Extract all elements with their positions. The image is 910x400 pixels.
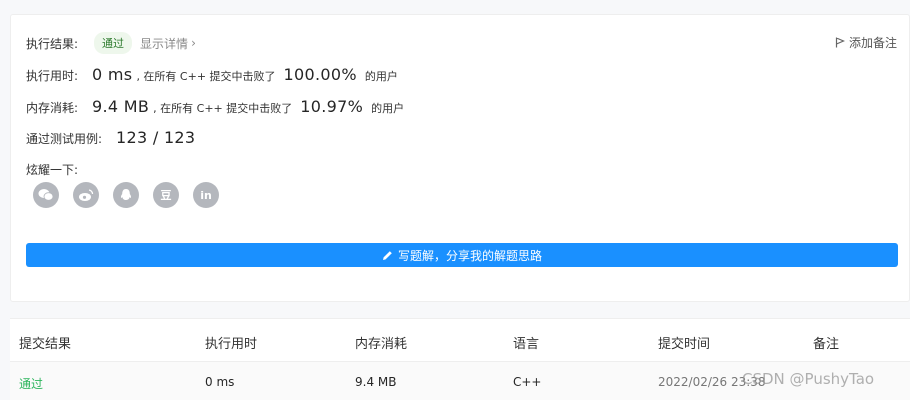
row-memory: 9.4 MB xyxy=(355,375,397,389)
header-runtime: 执行用时 xyxy=(205,337,258,352)
memory-prefix: , 在所有 C++ 提交中击败了 xyxy=(153,102,293,115)
share-row: 炫耀一下: xyxy=(26,161,78,178)
memory-value: 9.4 MB xyxy=(92,97,150,116)
chevron-right-icon: › xyxy=(191,36,196,50)
result-row: 执行结果: 通过 显示详情 › xyxy=(26,32,196,54)
testcases-row: 通过测试用例: 123 / 123 xyxy=(26,128,195,147)
pencil-icon xyxy=(382,250,392,260)
header-note: 备注 xyxy=(813,337,840,352)
runtime-prefix: , 在所有 C++ 提交中击败了 xyxy=(136,70,276,83)
show-details-link[interactable]: 显示详情 › xyxy=(140,35,196,52)
header-time: 提交时间 xyxy=(658,337,711,352)
row-status[interactable]: 通过 xyxy=(19,375,43,392)
qq-icon[interactable] xyxy=(113,182,139,208)
watermark: CSDN @PushyTao xyxy=(742,370,875,388)
status-badge[interactable]: 通过 xyxy=(94,32,133,54)
result-card: 执行结果: 通过 显示详情 › 添加备注 执行用时: 0 ms , 在所有 C+… xyxy=(10,14,910,302)
memory-label: 内存消耗: xyxy=(26,101,79,115)
runtime-row: 执行用时: 0 ms , 在所有 C++ 提交中击败了 100.00% 的用户 xyxy=(26,65,398,84)
header-language: 语言 xyxy=(513,337,540,352)
show-details-label: 显示详情 xyxy=(140,36,189,51)
wechat-icon[interactable] xyxy=(33,182,59,208)
runtime-label: 执行用时: xyxy=(26,69,79,83)
testcases-label: 通过测试用例: xyxy=(26,132,103,146)
share-label: 炫耀一下: xyxy=(26,163,79,177)
runtime-value: 0 ms xyxy=(92,65,133,84)
table-header: 提交结果 执行用时 内存消耗 语言 提交时间 备注 xyxy=(10,319,910,362)
write-solution-button[interactable]: 写题解，分享我的解题思路 xyxy=(26,243,898,267)
flag-icon xyxy=(835,37,845,48)
weibo-icon[interactable] xyxy=(73,182,99,208)
result-label: 执行结果: xyxy=(26,36,79,51)
share-icons: 豆 in xyxy=(33,182,233,208)
linkedin-icon[interactable]: in xyxy=(193,182,219,208)
write-solution-label: 写题解，分享我的解题思路 xyxy=(397,248,542,263)
douban-icon[interactable]: 豆 xyxy=(153,182,179,208)
row-runtime: 0 ms xyxy=(205,375,235,389)
header-memory: 内存消耗 xyxy=(355,337,408,352)
memory-suffix: 的用户 xyxy=(371,102,405,115)
runtime-percent: 100.00% xyxy=(283,65,357,84)
memory-percent: 10.97% xyxy=(300,97,364,116)
memory-row: 内存消耗: 9.4 MB , 在所有 C++ 提交中击败了 10.97% 的用户 xyxy=(26,97,404,116)
add-note-label: 添加备注 xyxy=(848,36,897,50)
add-note-button[interactable]: 添加备注 xyxy=(835,34,897,51)
runtime-suffix: 的用户 xyxy=(364,70,398,83)
testcases-value: 123 / 123 xyxy=(116,128,196,147)
row-language: C++ xyxy=(513,375,542,389)
header-result: 提交结果 xyxy=(19,337,72,352)
